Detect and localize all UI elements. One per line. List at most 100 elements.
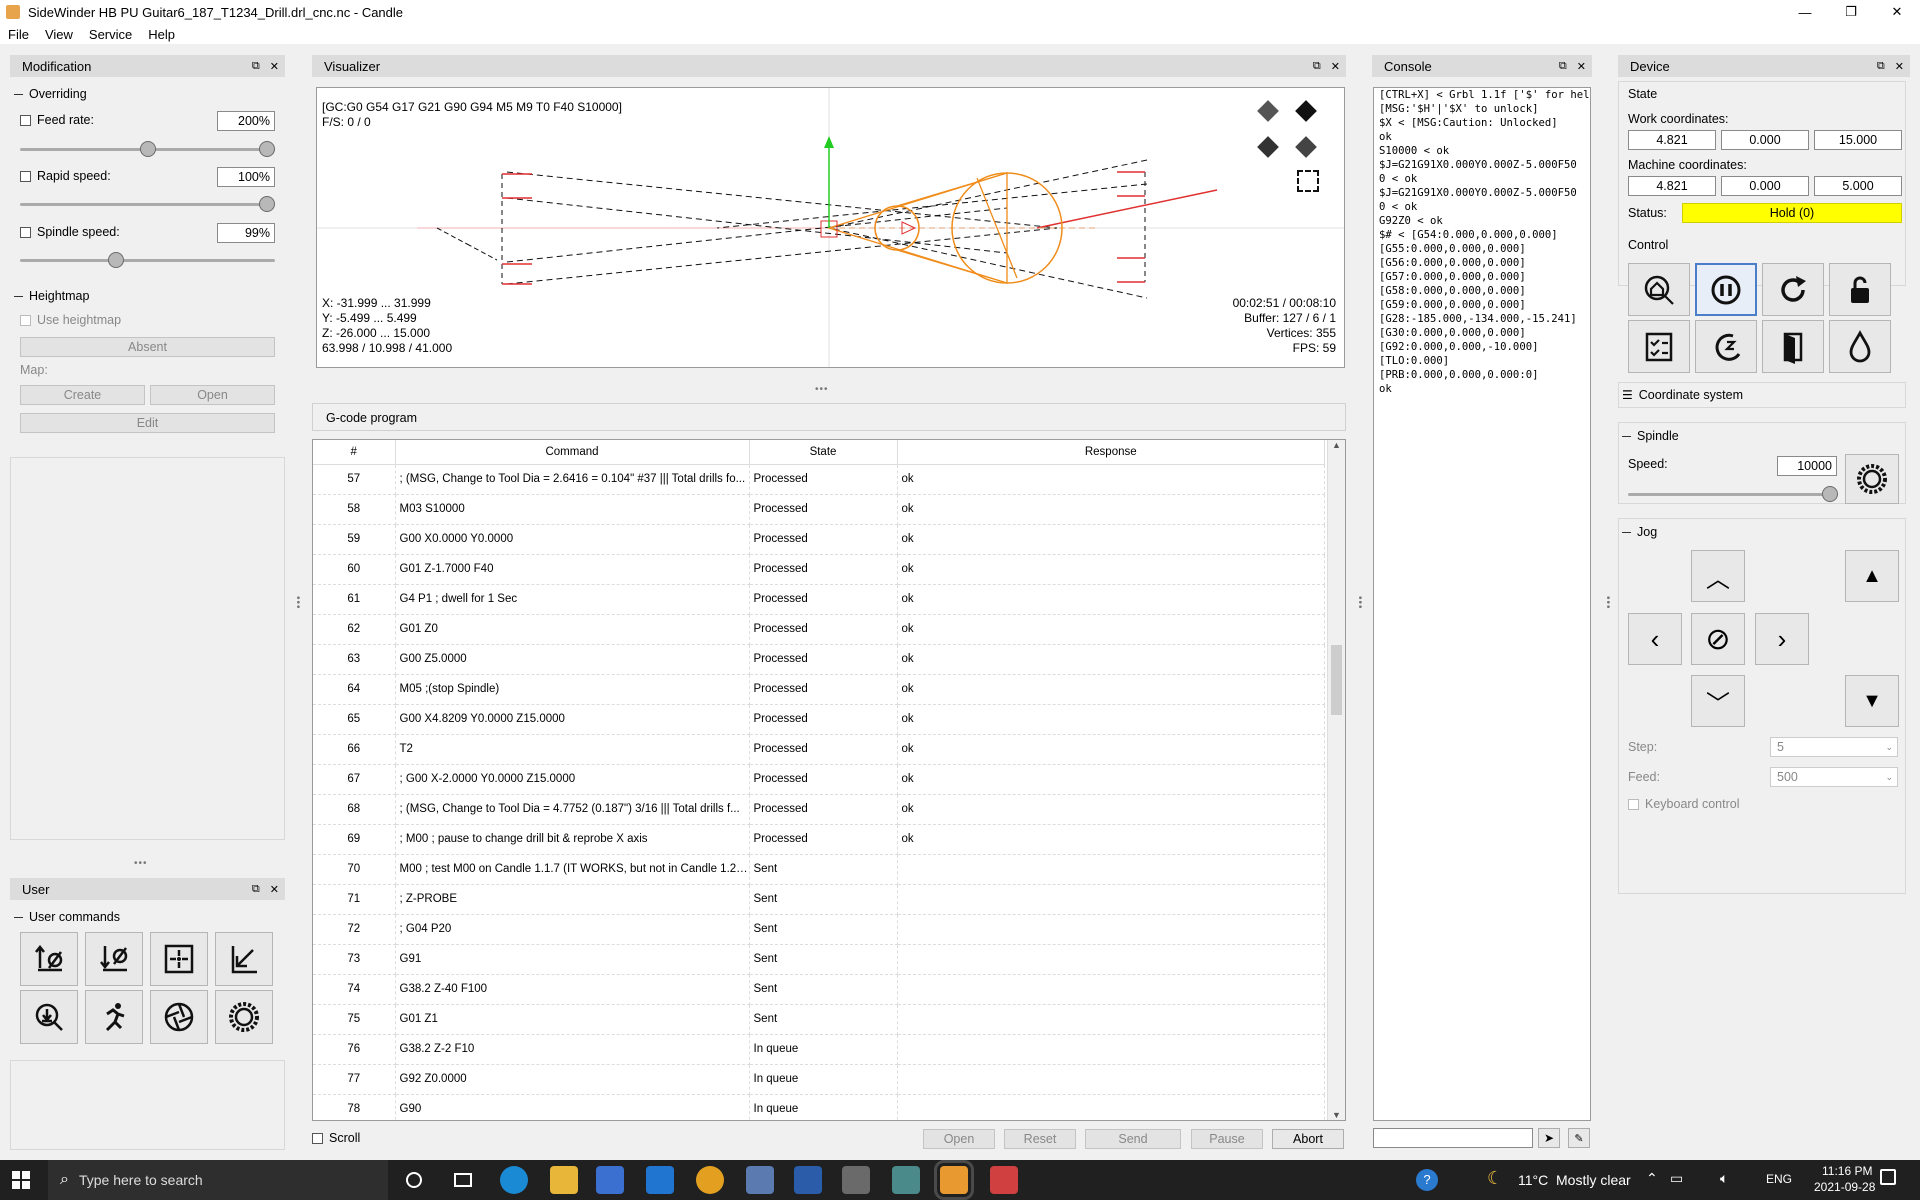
open-button[interactable]: Open bbox=[923, 1129, 995, 1149]
scroll-down-icon[interactable]: ▼ bbox=[1328, 1110, 1345, 1120]
close-icon[interactable]: ✕ bbox=[1895, 60, 1904, 73]
middle-splitter-handle[interactable]: ••• bbox=[1354, 596, 1365, 610]
rapid-speed-field[interactable]: 100% bbox=[217, 167, 275, 187]
jog-z-plus-button[interactable]: ▲ bbox=[1845, 550, 1899, 602]
app-icon-11[interactable] bbox=[990, 1166, 1018, 1194]
calculator-icon[interactable] bbox=[842, 1166, 870, 1194]
start-button[interactable] bbox=[12, 1171, 30, 1189]
left-splitter-handle[interactable]: ••• bbox=[292, 596, 303, 610]
table-row[interactable]: 66 T2 Processed ok bbox=[313, 734, 1325, 765]
menu-file[interactable]: File bbox=[0, 27, 37, 42]
jog-stop-button[interactable]: ⊘ bbox=[1691, 613, 1745, 665]
table-row[interactable]: 59 G00 X0.0000 Y0.0000 Processed ok bbox=[313, 524, 1325, 555]
spindle-speed-field[interactable]: 99% bbox=[217, 223, 275, 243]
step-select[interactable]: 5 ⌄ bbox=[1770, 737, 1898, 757]
jog-y-plus-button[interactable]: ︿ bbox=[1691, 550, 1745, 602]
right-splitter-handle[interactable]: ••• bbox=[1602, 596, 1613, 610]
use-heightmap-checkbox[interactable]: Use heightmap bbox=[20, 313, 121, 327]
table-row[interactable]: 57; (MSG, Change to Tool Dia = 2.6416 = … bbox=[313, 464, 1325, 495]
table-row[interactable]: 72; G04 P20 Sent bbox=[313, 914, 1325, 945]
column-header-response[interactable]: Response bbox=[897, 440, 1325, 465]
language-indicator[interactable]: ENG bbox=[1766, 1172, 1792, 1186]
open-map-button[interactable]: Open bbox=[150, 385, 275, 405]
task-view-icon[interactable] bbox=[454, 1173, 472, 1187]
pause-button[interactable]: Pause bbox=[1191, 1129, 1263, 1149]
help-icon[interactable]: ? bbox=[1416, 1169, 1438, 1191]
spindle-speed-input[interactable]: 10000 bbox=[1777, 456, 1837, 476]
send-button[interactable]: Send bbox=[1085, 1129, 1181, 1149]
float-icon[interactable]: ⧉ bbox=[1877, 60, 1885, 73]
table-row[interactable]: 67; G00 X-2.0000 Y0.0000 Z15.0000 Process… bbox=[313, 764, 1325, 795]
store-icon[interactable] bbox=[596, 1166, 624, 1194]
spindle-speed-slider[interactable] bbox=[1628, 486, 1838, 502]
table-row[interactable]: 68; (MSG, Change to Tool Dia = 4.7752 (0… bbox=[313, 794, 1325, 825]
check-mode-button[interactable] bbox=[1628, 320, 1690, 373]
word-icon[interactable] bbox=[794, 1166, 822, 1194]
coolant-button[interactable] bbox=[1829, 320, 1891, 373]
table-row[interactable]: 69; M00 ; pause to change drill bit & re… bbox=[313, 824, 1325, 855]
visualizer-splitter-handle[interactable]: ••• bbox=[815, 384, 829, 395]
home-button[interactable] bbox=[1628, 263, 1690, 316]
spindle-toggle-button[interactable] bbox=[1845, 454, 1899, 504]
jog-x-plus-button[interactable]: › bbox=[1755, 613, 1809, 665]
close-icon[interactable]: ✕ bbox=[1577, 60, 1586, 73]
float-icon[interactable]: ⧉ bbox=[252, 60, 260, 73]
table-row[interactable]: 71; Z-PROBE Sent bbox=[313, 884, 1325, 915]
spindle-speed-slider[interactable] bbox=[20, 252, 275, 268]
table-row[interactable]: 70 M00 ; test M00 on Candle 1.1.7 (IT WOR… bbox=[313, 854, 1325, 885]
feed-rate-slider[interactable] bbox=[20, 141, 275, 157]
column-header-command[interactable]: Command bbox=[395, 440, 750, 465]
spindle-section[interactable]: Spindle bbox=[1622, 429, 1679, 443]
column-header-number[interactable]: # bbox=[313, 440, 396, 465]
volume-icon[interactable]: 🔈︎ bbox=[1720, 1170, 1728, 1187]
scroll-checkbox[interactable]: Scroll bbox=[312, 1131, 360, 1145]
cortana-icon[interactable] bbox=[406, 1172, 422, 1188]
feed-hold-button[interactable] bbox=[1695, 263, 1757, 316]
sleep-button[interactable] bbox=[1695, 320, 1757, 373]
console-command-input[interactable] bbox=[1373, 1128, 1533, 1148]
menu-help[interactable]: Help bbox=[140, 27, 183, 42]
table-row[interactable]: 63 G00 Z5.0000 Processed ok bbox=[313, 644, 1325, 675]
close-icon[interactable]: ✕ bbox=[1331, 60, 1340, 73]
overriding-section[interactable]: Overriding bbox=[14, 87, 87, 101]
menu-view[interactable]: View bbox=[37, 27, 81, 42]
jog-feed-select[interactable]: 500 ⌄ bbox=[1770, 767, 1898, 787]
table-row[interactable]: 77 G92 Z0.0000 In queue bbox=[313, 1064, 1325, 1095]
float-icon[interactable]: ⧉ bbox=[1313, 60, 1321, 73]
tray-chevron-icon[interactable]: ⌃ bbox=[1646, 1170, 1658, 1187]
table-row[interactable]: 62 G01 Z0 Processed ok bbox=[313, 614, 1325, 645]
user-command-2-button[interactable] bbox=[85, 932, 143, 986]
table-row[interactable]: 60 G01 Z-1.7000 F40 Processed ok bbox=[313, 554, 1325, 585]
close-icon[interactable]: ✕ bbox=[270, 883, 279, 896]
edit-button[interactable]: Edit bbox=[20, 413, 275, 433]
network-icon[interactable]: ▭ bbox=[1670, 1170, 1683, 1187]
splitter-handle[interactable]: ••• bbox=[134, 858, 148, 869]
scroll-up-icon[interactable]: ▲ bbox=[1328, 440, 1345, 454]
keyboard-control-checkbox[interactable]: Keyboard control bbox=[1628, 797, 1740, 811]
table-row[interactable]: 65 G00 X4.8209 Y0.0000 Z15.0000 Processed o… bbox=[313, 704, 1325, 735]
fit-view-icon[interactable] bbox=[1297, 170, 1319, 192]
app-icon-6[interactable] bbox=[746, 1166, 774, 1194]
reset-button[interactable]: Reset bbox=[1004, 1129, 1076, 1149]
app-icon-9[interactable] bbox=[892, 1166, 920, 1194]
table-row[interactable]: 78 G90 In queue bbox=[313, 1094, 1325, 1120]
soft-reset-button[interactable] bbox=[1762, 263, 1824, 316]
file-explorer-icon[interactable] bbox=[550, 1166, 578, 1194]
table-row[interactable]: 73 G91 Sent bbox=[313, 944, 1325, 975]
spindle-speed-checkbox[interactable]: Spindle speed: bbox=[20, 225, 120, 239]
close-button[interactable]: ✕ bbox=[1874, 0, 1920, 24]
safety-door-button[interactable] bbox=[1762, 320, 1824, 373]
table-row[interactable]: 61 G4 P1 ; dwell for 1 Sec Processed ok bbox=[313, 584, 1325, 615]
coordinate-system-section[interactable]: ☰ Coordinate system bbox=[1622, 388, 1743, 402]
user-command-3-button[interactable] bbox=[150, 932, 208, 986]
clear-console-icon[interactable]: ✎ bbox=[1568, 1128, 1590, 1148]
taskbar-search-box[interactable]: ⌕ Type here to search bbox=[48, 1160, 388, 1200]
heightmap-section[interactable]: Heightmap bbox=[14, 289, 89, 303]
maximize-button[interactable]: ❐ bbox=[1828, 0, 1874, 24]
send-command-icon[interactable]: ➤ bbox=[1538, 1128, 1560, 1148]
feed-rate-checkbox[interactable]: Feed rate: bbox=[20, 113, 94, 127]
table-row[interactable]: 76 G38.2 Z-2 F10 In queue bbox=[313, 1034, 1325, 1065]
create-button[interactable]: Create bbox=[20, 385, 145, 405]
visualizer-canvas[interactable]: [GC:G0 G54 G17 G21 G90 G94 M5 M9 T0 F40 … bbox=[316, 87, 1345, 368]
jog-section[interactable]: Jog bbox=[1622, 525, 1657, 539]
